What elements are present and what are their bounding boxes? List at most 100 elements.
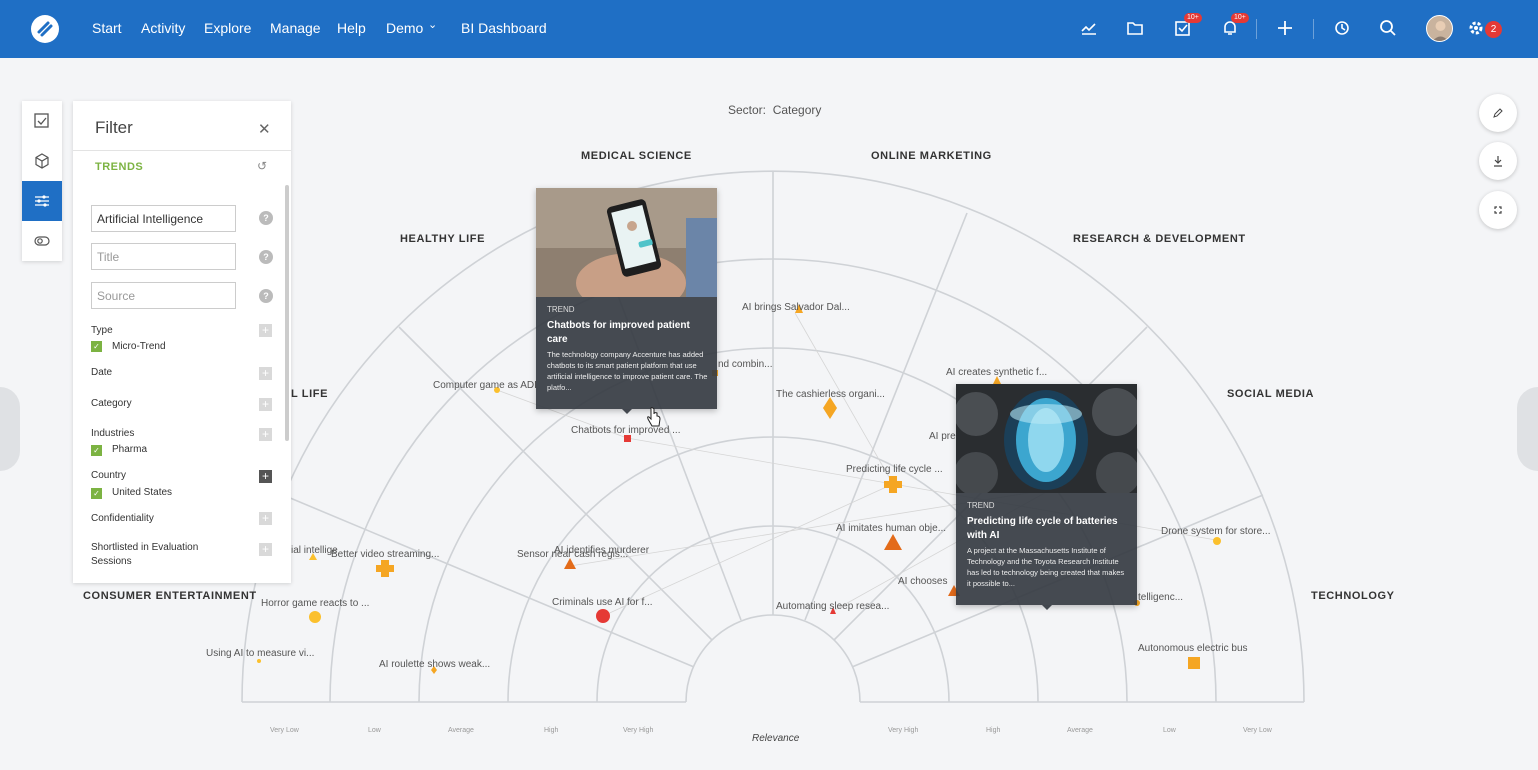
checkbox-checked-icon[interactable]: ✓ [91,341,102,352]
sector-label: Sector: [728,103,767,117]
reset-icon[interactable]: ↺ [257,159,267,173]
cube-button[interactable] [22,141,62,181]
search-icon[interactable] [1378,18,1400,40]
ring-label: High [544,727,559,734]
sector-value: Category [772,103,822,117]
type-expand-button[interactable]: + [259,324,272,337]
filter-title: Filter [95,118,133,137]
trend-label[interactable]: The cashierless organi... [776,389,885,400]
trend-label[interactable]: Criminals use AI for f... [552,597,653,608]
download-button[interactable] [1479,142,1517,180]
right-collapse-tab[interactable] [1517,387,1538,471]
nav-explore[interactable]: Explore [204,20,251,36]
toggle-view-button[interactable] [22,221,62,261]
folder-icon[interactable] [1125,18,1147,40]
trend-label[interactable]: Horror game reacts to ... [261,598,369,609]
toggle-icon [34,236,50,246]
filter-sliders-button[interactable] [22,181,62,221]
trend-card-image [536,188,717,297]
nav-help[interactable]: Help [337,20,366,36]
checkbox-checked-icon[interactable]: ✓ [91,488,102,499]
trend-label[interactable]: AI brings Salvador Dal... [742,302,850,313]
left-collapse-tab[interactable] [0,387,20,471]
trend-chart-icon[interactable] [1079,18,1101,40]
nav-start[interactable]: Start [92,20,122,36]
category-research-development[interactable]: RESEARCH & DEVELOPMENT [1073,233,1246,245]
trend-label[interactable]: AI roulette shows weak... [379,659,490,670]
trend-card-chatbots[interactable]: TREND Chatbots for improved patient care… [536,188,717,414]
industries-expand-button[interactable]: + [259,428,272,441]
trend-label[interactable]: Automating sleep resea... [776,601,889,612]
trend-label[interactable]: AI chooses [898,576,947,587]
trend-label[interactable]: Chatbots for improved ... [571,425,681,436]
category-consumer-entertainment[interactable]: CONSUMER ENTERTAINMENT [83,590,257,602]
filter-scrollbar[interactable] [285,185,289,441]
ring-label: Average [1067,727,1093,734]
title-input[interactable] [91,243,236,270]
top-navigation-bar: Start Activity Explore Manage Help Demo … [0,0,1538,58]
nav-bi-dashboard[interactable]: BI Dashboard [461,20,547,36]
trend-card-type: TREND [547,305,575,314]
industries-section-label: Industries [91,428,135,439]
category-medical-science[interactable]: MEDICAL SCIENCE [581,150,692,162]
shortlisted-expand-button[interactable]: + [259,543,272,556]
app-logo-icon[interactable] [31,15,59,43]
trend-card-batteries[interactable]: TREND Predicting life cycle of batteries… [956,384,1137,610]
trend-label[interactable]: Using AI to measure vi... [206,648,314,659]
checklist-button[interactable] [22,101,62,141]
trend-label[interactable]: Computer game as ADI [433,380,537,391]
filter-panel: Filter ✕ TRENDS ↺ ? ? ? Type + ✓ Micro-T… [73,101,291,583]
trend-card-image [956,384,1137,493]
trends-section-label: TRENDS [95,161,144,173]
trend-label[interactable]: AI imitates human obje... [836,523,946,534]
trend-label[interactable]: Better video streaming... [331,549,439,560]
topic-input[interactable] [91,205,236,232]
fullscreen-button[interactable] [1479,191,1517,229]
shortlisted-section-label-line2: Sessions [91,556,132,567]
trend-label[interactable]: AI creates synthetic f... [946,367,1047,378]
history-icon[interactable] [1332,18,1354,40]
category-technology[interactable]: TECHNOLOGY [1311,590,1395,602]
category-expand-button[interactable]: + [259,398,272,411]
expand-icon [1494,206,1502,214]
category-digital-life[interactable]: L LIFE [291,388,328,400]
nav-demo-dropdown[interactable]: Demo [386,20,423,36]
help-icon[interactable]: ? [259,211,273,225]
country-expand-button[interactable]: + [259,470,272,483]
cube-icon [35,153,49,169]
confidentiality-expand-button[interactable]: + [259,512,272,525]
edit-button[interactable] [1479,94,1517,132]
category-social-media[interactable]: SOCIAL MEDIA [1227,388,1314,400]
help-icon[interactable]: ? [259,289,273,303]
toolbar-divider [1256,19,1257,39]
category-online-marketing[interactable]: ONLINE MARKETING [871,150,992,162]
user-avatar[interactable] [1426,15,1453,42]
date-expand-button[interactable]: + [259,367,272,380]
tasks-icon[interactable]: 10+ [1173,13,1202,40]
card-pointer [1042,605,1052,610]
trend-label[interactable]: Autonomous electric bus [1138,643,1248,654]
nav-manage[interactable]: Manage [270,20,321,36]
trend-label[interactable]: Predicting life cycle ... [846,464,943,475]
trend-card-title: Chatbots for improved patient care [547,320,690,345]
left-tool-rail [22,101,62,261]
trend-label[interactable]: nd combin... [718,359,772,370]
close-icon[interactable]: ✕ [258,120,271,138]
toolbar-divider [1313,19,1314,39]
ring-label: Very Low [1243,727,1272,734]
source-input[interactable] [91,282,236,309]
confidentiality-section-label: Confidentiality [91,513,154,524]
sector-selector[interactable]: Sector: Category [728,103,821,117]
trend-label[interactable]: AI pre [929,431,956,442]
trend-card-description: A project at the Massachusetts Institute… [967,546,1125,588]
chevron-down-icon: ⌄ [428,19,438,31]
checkbox-checked-icon[interactable]: ✓ [91,445,102,456]
help-icon[interactable]: ? [259,250,273,264]
trend-label[interactable]: Drone system for store... [1161,526,1270,537]
bell-icon[interactable]: 10+ [1220,13,1249,40]
add-icon[interactable] [1275,18,1297,40]
nav-activity[interactable]: Activity [141,20,185,36]
trend-label[interactable]: telligenc... [1138,592,1183,603]
trend-label[interactable]: AI identifies murderer [554,545,649,556]
category-healthy-life[interactable]: HEALTHY LIFE [400,233,485,245]
